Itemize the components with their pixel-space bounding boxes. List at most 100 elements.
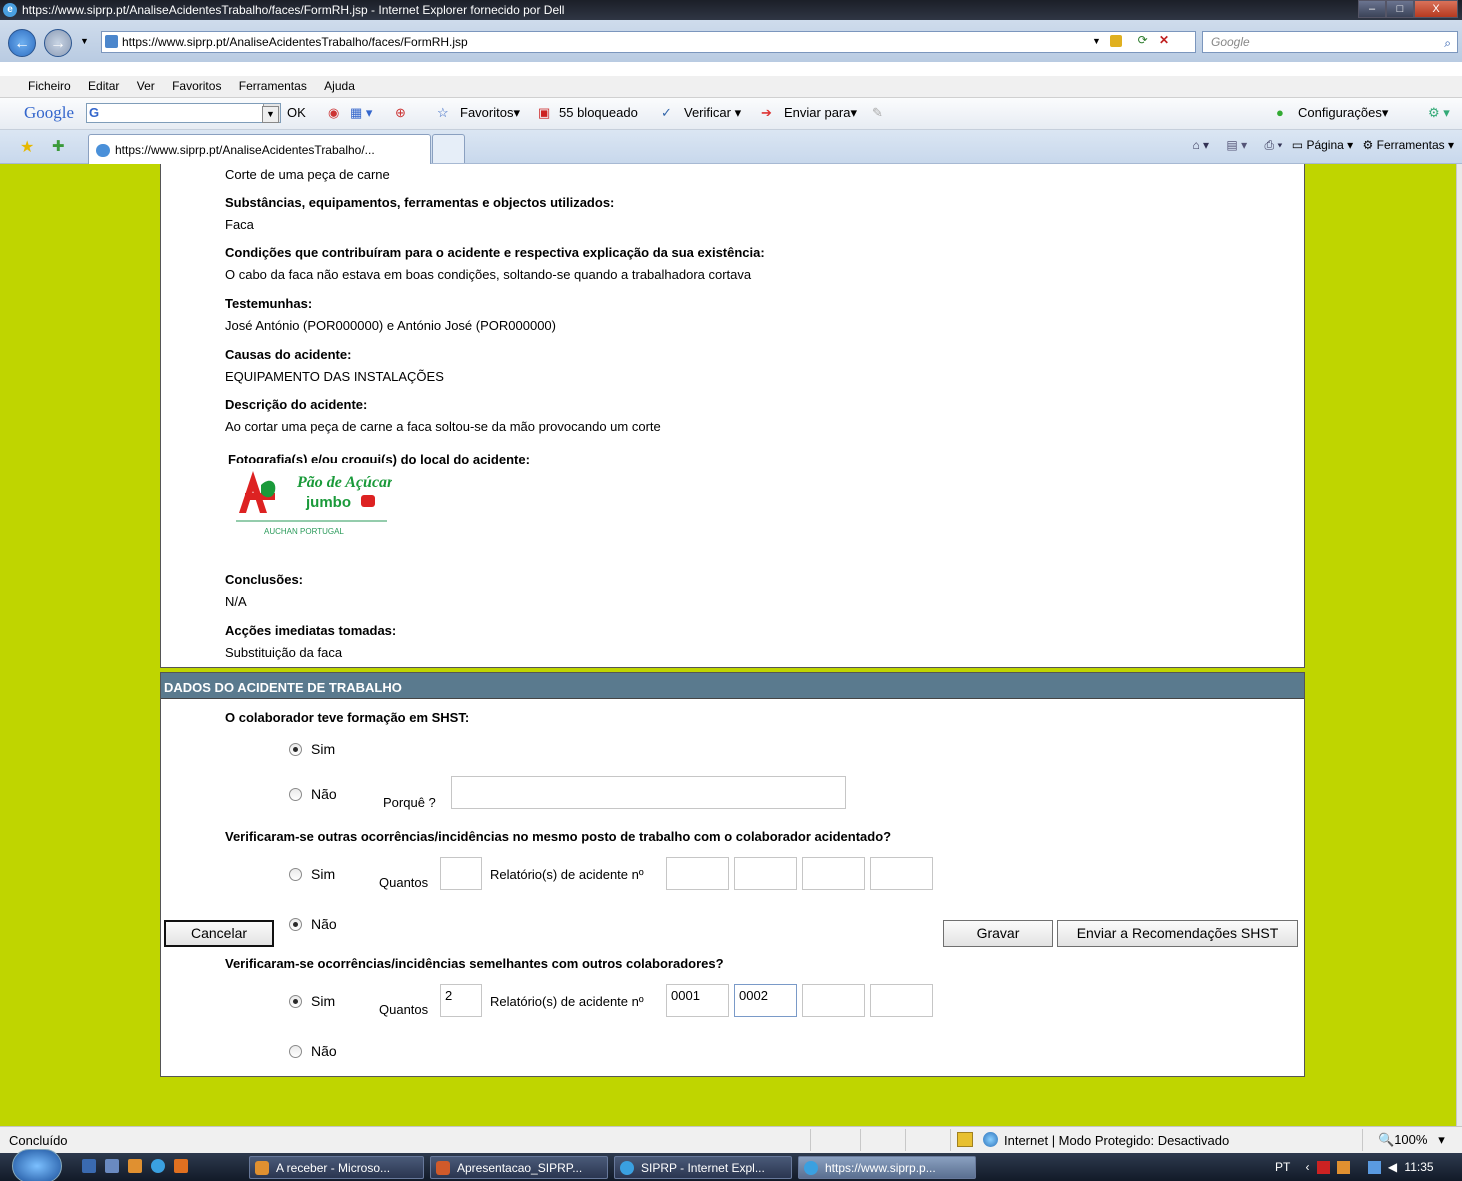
menu-ver[interactable]: Ver bbox=[130, 76, 162, 93]
relatorio-input-outras-1[interactable] bbox=[666, 857, 729, 890]
quantos-input-outras[interactable] bbox=[440, 857, 482, 890]
language-indicator[interactable]: PT bbox=[1275, 1160, 1290, 1174]
relatorio-input-outras-3[interactable] bbox=[802, 857, 865, 890]
back-button[interactable]: ← bbox=[8, 29, 36, 57]
antivirus-icon[interactable] bbox=[1316, 1161, 1330, 1175]
home-icon[interactable]: ⌂ ▾ bbox=[1192, 138, 1209, 152]
field-label-testemunhas: Testemunhas: bbox=[225, 296, 313, 311]
extension-icon[interactable]: ⚙ ▾ bbox=[1428, 105, 1450, 121]
relatorio-label: Relatório(s) de acidente nº bbox=[490, 867, 644, 882]
google-dropdown-button[interactable]: ▼ bbox=[262, 106, 279, 123]
relatorio-input-outras-2[interactable] bbox=[734, 857, 797, 890]
radio-semelhantes-sim[interactable] bbox=[289, 995, 302, 1008]
feeds-icon[interactable]: ▤ ▾ bbox=[1226, 138, 1247, 152]
page-icon bbox=[105, 35, 118, 48]
question-semelhantes: Verificaram-se ocorrências/incidências s… bbox=[225, 956, 724, 971]
search-icon[interactable]: ⌕ bbox=[1444, 33, 1451, 53]
send-recommendations-button[interactable]: Enviar a Recomendações SHST bbox=[1057, 920, 1298, 947]
relatorio-input-semelhantes-3[interactable] bbox=[802, 984, 865, 1017]
radio-outras-nao[interactable] bbox=[289, 918, 302, 931]
scrollbar[interactable] bbox=[1456, 164, 1462, 1126]
menu-bar: Ficheiro Editar Ver Favoritos Ferramenta… bbox=[0, 76, 1462, 98]
clock[interactable]: 11:35 bbox=[1404, 1160, 1433, 1174]
search-input[interactable]: Google ⌕ bbox=[1202, 31, 1458, 53]
accoes-value: Substituição da faca bbox=[225, 645, 343, 660]
radio-semelhantes-nao[interactable] bbox=[289, 1045, 302, 1058]
maximize-button[interactable]: □ bbox=[1386, 0, 1414, 18]
add-favorite-icon[interactable]: ✚ bbox=[52, 137, 65, 155]
lock-icon[interactable] bbox=[1110, 34, 1123, 47]
porque-input[interactable] bbox=[451, 776, 846, 809]
menu-favoritos[interactable]: Favoritos bbox=[165, 76, 228, 93]
security-zone[interactable]: Internet | Modo Protegido: Desactivado bbox=[1004, 1133, 1229, 1148]
start-button[interactable] bbox=[12, 1149, 62, 1181]
field-value-substancias: Faca bbox=[225, 217, 254, 232]
minimize-button[interactable]: – bbox=[1358, 0, 1386, 18]
verificar-button[interactable]: Verificar ▾ bbox=[684, 105, 741, 121]
switch-windows-icon[interactable] bbox=[105, 1159, 119, 1173]
pagerank-icon[interactable]: ◉ bbox=[328, 105, 339, 121]
ferramentas-button[interactable]: ⚙ Ferramentas ▾ bbox=[1363, 138, 1454, 152]
google-search-box[interactable]: G ▼ bbox=[86, 103, 281, 123]
relatorio-input-semelhantes-4[interactable] bbox=[870, 984, 933, 1017]
outlook-tray-icon[interactable] bbox=[1337, 1161, 1351, 1175]
chevron-left-icon[interactable]: ‹ bbox=[1305, 1160, 1309, 1174]
radio-formacao-sim[interactable] bbox=[289, 743, 302, 756]
radio-label-sim: Sim bbox=[311, 993, 336, 1009]
ie-quicklaunch-icon[interactable] bbox=[151, 1159, 165, 1173]
gmail-icon[interactable]: ⊕ bbox=[395, 105, 406, 121]
menu-ficheiro[interactable]: Ficheiro bbox=[21, 76, 78, 93]
media-icon[interactable] bbox=[174, 1159, 188, 1173]
window-title: https://www.siprp.pt/AnaliseAcidentesTra… bbox=[22, 3, 565, 17]
google-logo: Google bbox=[24, 103, 75, 122]
settings-icon: ● bbox=[1276, 105, 1284, 120]
radio-outras-sim[interactable] bbox=[289, 868, 302, 881]
field-label-causas: Causas do acidente: bbox=[225, 347, 352, 362]
favorites-star-icon[interactable]: ★ bbox=[20, 137, 34, 157]
taskbar-item-outlook[interactable]: A receber - Microso... bbox=[249, 1156, 424, 1179]
menu-editar[interactable]: Editar bbox=[81, 76, 126, 93]
stop-icon[interactable]: ✕ bbox=[1159, 33, 1169, 47]
network-icon[interactable] bbox=[1367, 1161, 1381, 1175]
history-dropdown-icon[interactable]: ▼ bbox=[80, 36, 89, 46]
highlight-icon[interactable]: ✎ bbox=[872, 105, 883, 121]
volume-icon[interactable]: ◀ bbox=[1388, 1160, 1397, 1174]
news-icon[interactable]: ▦ ▾ bbox=[350, 105, 372, 121]
configuracoes-button[interactable]: Configurações▾ bbox=[1298, 105, 1388, 121]
google-toolbar: Google G ▼ ▼ OK ◉ ▦ ▾ ⊕ ☆ Favoritos▾ ▣ 5… bbox=[0, 98, 1462, 130]
taskbar-item-current-ie[interactable]: https://www.siprp.p... bbox=[798, 1156, 976, 1179]
save-button[interactable]: Gravar bbox=[943, 920, 1053, 947]
cancel-button[interactable]: Cancelar bbox=[164, 920, 274, 947]
new-tab-button[interactable] bbox=[432, 134, 465, 163]
tab-current[interactable]: https://www.siprp.pt/AnaliseAcidentesTra… bbox=[88, 134, 431, 164]
taskbar-item-powerpoint[interactable]: Apresentacao_SIPRP... bbox=[430, 1156, 608, 1179]
enviar-para-button[interactable]: Enviar para▾ bbox=[784, 105, 857, 121]
relatorio-input-semelhantes-2[interactable]: 0002 bbox=[734, 984, 797, 1017]
google-ok-button[interactable]: OK bbox=[287, 105, 306, 120]
refresh-icon[interactable]: ⟳ bbox=[1138, 33, 1148, 47]
radio-formacao-nao[interactable] bbox=[289, 788, 302, 801]
forward-button[interactable]: → bbox=[44, 29, 72, 57]
taskbar-item-siprp-ie[interactable]: SIPRP - Internet Expl... bbox=[614, 1156, 792, 1179]
show-desktop-icon[interactable] bbox=[82, 1159, 96, 1173]
pagina-button[interactable]: ▭ Página ▾ bbox=[1292, 138, 1353, 152]
window-title-bar: e https://www.siprp.pt/AnaliseAcidentesT… bbox=[0, 0, 1462, 20]
menu-ajuda[interactable]: Ajuda bbox=[317, 76, 362, 93]
quantos-input-semelhantes[interactable]: 2 bbox=[440, 984, 482, 1017]
radio-label-nao: Não bbox=[311, 916, 337, 932]
address-bar[interactable]: https://www.siprp.pt/AnaliseAcidentesTra… bbox=[101, 31, 1196, 53]
popup-blocked-button[interactable]: 55 bloqueado bbox=[559, 105, 638, 120]
protected-mode-icon[interactable] bbox=[957, 1132, 973, 1147]
relatorio-label: Relatório(s) de acidente nº bbox=[490, 994, 644, 1009]
address-dropdown-icon[interactable]: ▼ bbox=[1092, 36, 1101, 46]
menu-ferramentas[interactable]: Ferramentas bbox=[232, 76, 314, 93]
field-value-condicoes: O cabo da faca não estava em boas condiç… bbox=[225, 267, 752, 282]
print-icon[interactable]: ⎙ ▾ bbox=[1264, 138, 1282, 152]
relatorio-input-semelhantes-1[interactable]: 0001 bbox=[666, 984, 729, 1017]
zoom-control[interactable]: 🔍100% ▾ bbox=[1378, 1132, 1445, 1148]
close-button[interactable]: X bbox=[1414, 0, 1458, 18]
tab-bar: ★ ✚ https://www.siprp.pt/AnaliseAcidente… bbox=[0, 130, 1462, 164]
outlook-icon[interactable] bbox=[128, 1159, 142, 1173]
favoritos-button[interactable]: Favoritos▾ bbox=[460, 105, 520, 121]
relatorio-input-outras-4[interactable] bbox=[870, 857, 933, 890]
